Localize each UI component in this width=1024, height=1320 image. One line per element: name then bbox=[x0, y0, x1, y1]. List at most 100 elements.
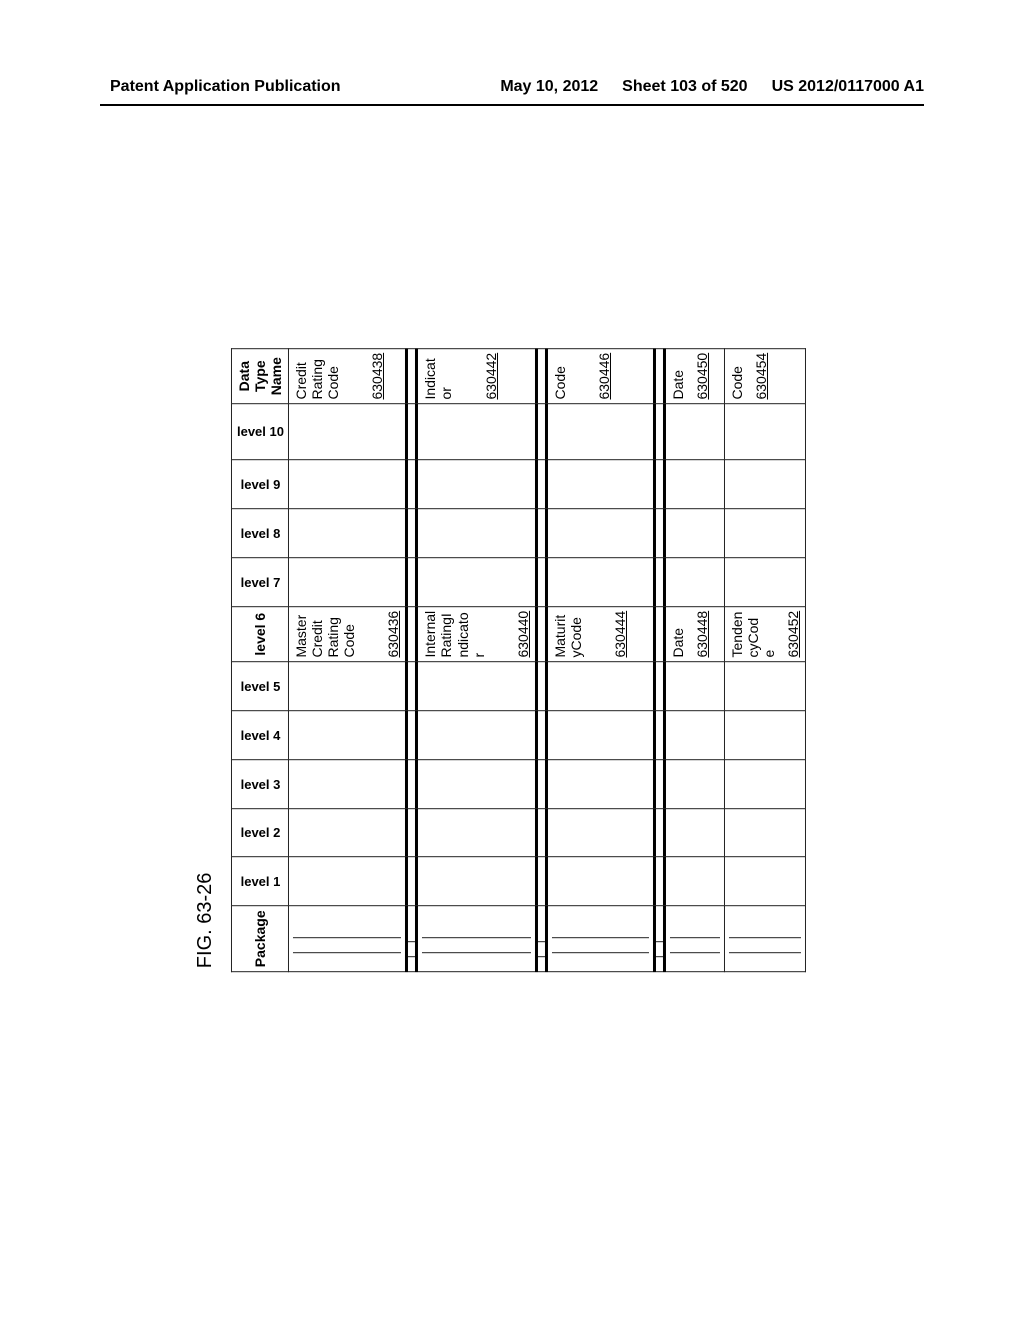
cell-level6: Date 630448 bbox=[664, 606, 724, 662]
pub-number: US 2012/0117000 A1 bbox=[772, 78, 924, 96]
ref-number: 630446 bbox=[596, 353, 612, 400]
ref-number: 630438 bbox=[369, 353, 385, 400]
row-separator bbox=[536, 348, 546, 971]
cell-empty bbox=[546, 558, 654, 607]
col-level-4: level 4 bbox=[231, 711, 288, 760]
cell-empty bbox=[724, 662, 805, 711]
col-package: Package bbox=[231, 906, 288, 972]
col-datatype: Data Type Name bbox=[231, 348, 288, 404]
header-rule bbox=[100, 104, 924, 106]
cell-empty bbox=[546, 760, 654, 809]
cell-empty bbox=[546, 711, 654, 760]
cell-datatype: Indicator 630442 bbox=[417, 348, 536, 404]
cell-empty bbox=[724, 808, 805, 857]
ref-number: 630444 bbox=[612, 611, 628, 658]
cell-package bbox=[724, 906, 805, 972]
cell-empty bbox=[417, 711, 536, 760]
cell-package bbox=[288, 906, 406, 972]
cell-empty bbox=[288, 460, 406, 509]
cell-empty bbox=[664, 760, 724, 809]
table-row: InternalRatingIndicator 630440 Indicator… bbox=[417, 348, 536, 971]
sheet-number: Sheet 103 of 520 bbox=[622, 78, 747, 96]
col-level-3: level 3 bbox=[231, 760, 288, 809]
table-row: MasterCreditRatingCode 630436 CreditRati… bbox=[288, 348, 406, 971]
cell-datatype: Code 630446 bbox=[546, 348, 654, 404]
col-level-1: level 1 bbox=[231, 857, 288, 906]
figure-table: Package level 1 level 2 level 3 level 4 … bbox=[231, 348, 806, 972]
cell-empty bbox=[664, 711, 724, 760]
cell-empty bbox=[724, 509, 805, 558]
col-level-5: level 5 bbox=[231, 662, 288, 711]
cell-empty bbox=[724, 760, 805, 809]
cell-empty bbox=[288, 711, 406, 760]
cell-empty bbox=[724, 460, 805, 509]
col-level-10: level 10 bbox=[231, 404, 288, 460]
cell-empty bbox=[417, 509, 536, 558]
cell-empty bbox=[546, 857, 654, 906]
cell-empty bbox=[724, 404, 805, 460]
cell-empty bbox=[664, 558, 724, 607]
figure-container: FIG. 63-26 Package level 1 level 2 level… bbox=[194, 348, 806, 972]
pub-date: May 10, 2012 bbox=[500, 78, 598, 96]
cell-empty bbox=[288, 558, 406, 607]
cell-empty bbox=[724, 711, 805, 760]
cell-package bbox=[417, 906, 536, 972]
table-row: MaturityCode 630444 Code 630446 bbox=[546, 348, 654, 971]
row-separator bbox=[654, 348, 664, 971]
cell-empty bbox=[288, 760, 406, 809]
cell-level6: MaturityCode 630444 bbox=[546, 606, 654, 662]
row-separator bbox=[407, 348, 417, 971]
cell-empty bbox=[417, 460, 536, 509]
cell-empty bbox=[724, 857, 805, 906]
col-level-2: level 2 bbox=[231, 808, 288, 857]
ref-number: 630450 bbox=[694, 353, 710, 400]
cell-empty bbox=[417, 662, 536, 711]
ref-number: 630452 bbox=[785, 611, 801, 658]
cell-empty bbox=[664, 509, 724, 558]
cell-empty bbox=[417, 558, 536, 607]
ref-number: 630448 bbox=[694, 611, 710, 658]
cell-level6: MasterCreditRatingCode 630436 bbox=[288, 606, 406, 662]
cell-empty bbox=[664, 808, 724, 857]
cell-datatype: Date 630450 bbox=[664, 348, 724, 404]
cell-empty bbox=[288, 808, 406, 857]
ref-number: 630454 bbox=[753, 353, 769, 400]
cell-empty bbox=[417, 808, 536, 857]
cell-empty bbox=[288, 404, 406, 460]
col-level-8: level 8 bbox=[231, 509, 288, 558]
ref-number: 630440 bbox=[515, 611, 531, 658]
cell-empty bbox=[417, 404, 536, 460]
pub-label: Patent Application Publication bbox=[110, 78, 341, 96]
cell-empty bbox=[724, 558, 805, 607]
ref-number: 630436 bbox=[385, 611, 401, 658]
cell-empty bbox=[288, 662, 406, 711]
cell-empty bbox=[546, 662, 654, 711]
cell-empty bbox=[546, 509, 654, 558]
cell-datatype: Code 630454 bbox=[724, 348, 805, 404]
cell-empty bbox=[417, 760, 536, 809]
cell-empty bbox=[664, 460, 724, 509]
cell-empty bbox=[417, 857, 536, 906]
cell-level6: TendencyCode 630452 bbox=[724, 606, 805, 662]
table-header-row: Package level 1 level 2 level 3 level 4 … bbox=[231, 348, 288, 971]
col-level-9: level 9 bbox=[231, 460, 288, 509]
cell-empty bbox=[288, 857, 406, 906]
cell-package bbox=[664, 906, 724, 972]
cell-empty bbox=[664, 662, 724, 711]
cell-empty bbox=[546, 460, 654, 509]
figure-label: FIG. 63-26 bbox=[194, 348, 217, 968]
cell-datatype: CreditRatingCode 630438 bbox=[288, 348, 406, 404]
cell-empty bbox=[546, 808, 654, 857]
col-level-6: level 6 bbox=[231, 606, 288, 662]
page-header: Patent Application Publication May 10, 2… bbox=[0, 78, 1024, 104]
ref-number: 630442 bbox=[483, 353, 499, 400]
table-row: TendencyCode 630452 Code 630454 bbox=[724, 348, 805, 971]
cell-package bbox=[546, 906, 654, 972]
col-level-7: level 7 bbox=[231, 558, 288, 607]
cell-level6: InternalRatingIndicator 630440 bbox=[417, 606, 536, 662]
cell-empty bbox=[664, 857, 724, 906]
cell-empty bbox=[546, 404, 654, 460]
table-row: Date 630448 Date 630450 bbox=[664, 348, 724, 971]
cell-empty bbox=[288, 509, 406, 558]
cell-empty bbox=[664, 404, 724, 460]
